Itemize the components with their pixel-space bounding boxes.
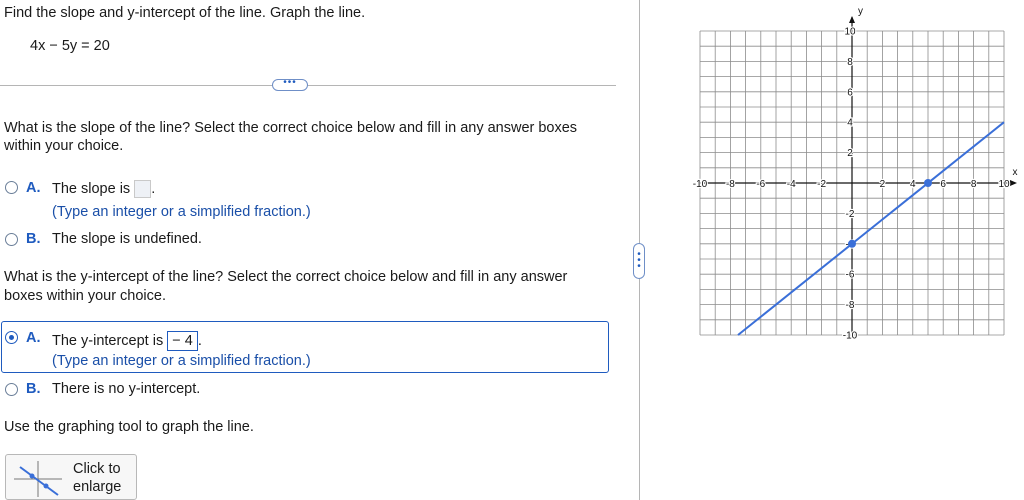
intercept-option-a-letter: A. — [26, 330, 41, 346]
intercept-option-b-text: There is no y-intercept. — [52, 381, 201, 397]
enlarge-label-line1: Click to — [73, 461, 121, 477]
slope-option-a-period: . — [151, 180, 156, 197]
x-tick-label: 4 — [910, 179, 916, 190]
slope-answer-box[interactable] — [134, 180, 152, 198]
x-axis-arrow-icon — [1010, 180, 1017, 186]
y-tick-label: 4 — [847, 118, 853, 129]
graph-thumbnail-icon — [14, 461, 62, 497]
intercept-option-a-radio[interactable] — [5, 331, 18, 344]
intercept-answer-box[interactable]: − 4 — [167, 331, 198, 351]
coordinate-graph[interactable]: xy -10-8-6-4-2246810108642-2-4-6-8-10 — [674, 0, 1024, 350]
graph-point[interactable] — [924, 179, 932, 187]
x-axis-label: x — [1013, 167, 1018, 178]
x-tick-label: 8 — [971, 179, 977, 190]
graph-point[interactable] — [848, 239, 856, 248]
x-tick-label: -2 — [817, 179, 826, 190]
slope-option-a: The slope is . — [52, 180, 155, 198]
slope-prompt-line1: What is the slope of the line? Select th… — [4, 120, 578, 136]
slope-option-b-text: The slope is undefined. — [52, 231, 202, 247]
y-tick-label: 8 — [847, 57, 853, 68]
expand-dots-label: ••• — [283, 77, 297, 88]
x-tick-label: -8 — [726, 179, 735, 190]
y-tick-label: 6 — [847, 87, 853, 98]
x-tick-label: 2 — [880, 179, 886, 190]
x-tick-label: 6 — [940, 179, 946, 190]
y-tick-label: -6 — [846, 270, 855, 281]
x-tick-label: -10 — [693, 179, 708, 190]
slope-prompt-line2: within your choice. — [4, 138, 124, 154]
y-tick-label: -8 — [846, 300, 855, 311]
y-tick-label: -10 — [843, 331, 858, 342]
x-tick-label: -4 — [787, 179, 796, 190]
x-tick-label: -6 — [756, 179, 765, 190]
question-instruction: Find the slope and y-intercept of the li… — [4, 5, 366, 21]
y-tick-label: -2 — [846, 209, 855, 220]
y-axis-label: y — [858, 6, 863, 17]
section-divider — [0, 85, 616, 86]
intercept-prompt-line2: boxes within your choice. — [4, 288, 166, 304]
slope-option-a-text: The slope is — [52, 180, 131, 197]
intercept-option-a: The y-intercept is − 4. — [52, 331, 202, 351]
intercept-option-a-period: . — [197, 332, 202, 349]
slope-option-a-letter: A. — [26, 180, 41, 196]
slope-option-a-hint: (Type an integer or a simplified fractio… — [52, 204, 311, 220]
slope-option-b-radio[interactable] — [5, 233, 18, 246]
pane-resize-handle[interactable]: • • • — [633, 243, 645, 279]
expand-dots-button[interactable]: ••• — [272, 77, 308, 91]
intercept-option-a-text: The y-intercept is — [52, 332, 164, 349]
equation: 4x − 5y = 20 — [30, 38, 110, 54]
intercept-option-a-hint: (Type an integer or a simplified fractio… — [52, 353, 311, 369]
click-to-enlarge-button[interactable]: Click to enlarge — [5, 454, 137, 500]
slope-option-a-radio[interactable] — [5, 181, 18, 194]
intercept-prompt-line1: What is the y-intercept of the line? Sel… — [4, 269, 568, 285]
intercept-option-b-letter: B. — [26, 381, 41, 397]
slope-option-b-letter: B. — [26, 231, 41, 247]
x-tick-label: 10 — [998, 179, 1010, 190]
y-tick-label: 2 — [847, 148, 853, 159]
y-tick-label: 10 — [844, 27, 856, 38]
graph-instruction: Use the graphing tool to graph the line. — [4, 419, 254, 435]
intercept-option-b-radio[interactable] — [5, 383, 18, 396]
enlarge-label-line2: enlarge — [73, 479, 122, 495]
y-axis-arrow-icon — [849, 16, 855, 23]
